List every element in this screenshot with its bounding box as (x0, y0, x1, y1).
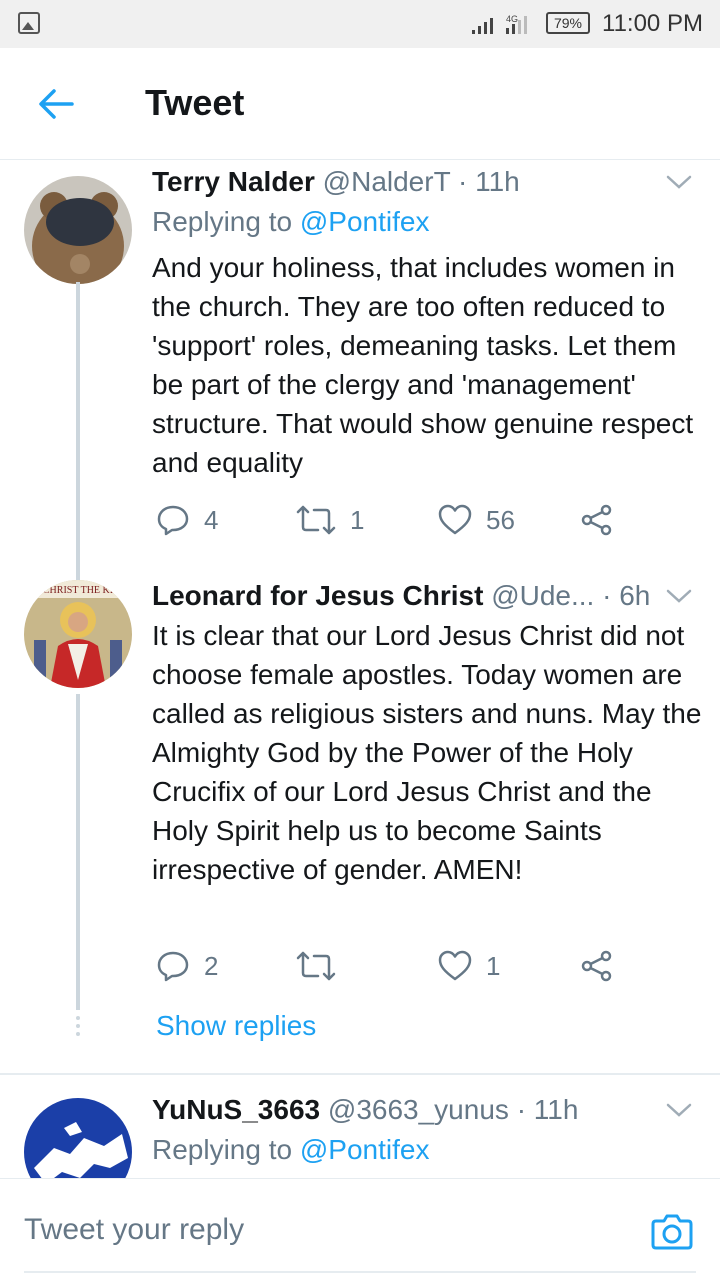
thread-line (76, 282, 80, 582)
replying-prefix: Replying to (152, 1134, 300, 1165)
avatar-caption: CHRIST THE KI (43, 585, 113, 596)
back-arrow-icon[interactable] (36, 84, 76, 124)
tweet-time: · 11h (516, 1094, 579, 1125)
avatar[interactable]: CHRIST THE KI (24, 580, 132, 688)
tweet-time: · 11h (457, 166, 520, 197)
reply-composer: Tweet your reply (0, 1178, 720, 1280)
retweet-icon (296, 505, 336, 535)
tweet-author-line: Leonard for Jesus Christ @Ude... · 6h (152, 580, 650, 612)
tweet-time: · 6h (602, 580, 651, 611)
reply-button[interactable]: 2 (156, 946, 218, 986)
replying-to: Replying to @Pontifex (152, 1134, 429, 1166)
tweet-actions: 2 1 (156, 946, 616, 986)
share-icon (581, 504, 612, 536)
page-title: Tweet (145, 82, 245, 123)
retweet-button[interactable] (296, 946, 350, 986)
tweet-text: It is clear that our Lord Jesus Christ d… (152, 620, 702, 885)
tweet-terry-nalder[interactable]: Terry Nalder @NalderT · 11h Replying to … (0, 160, 720, 582)
author-name[interactable]: YuNuS_3663 (152, 1094, 320, 1125)
like-button[interactable]: 56 (438, 500, 515, 540)
tweet-text: And your holiness, that includes women i… (152, 252, 694, 478)
reply-count: 4 (204, 504, 219, 535)
chevron-down-icon[interactable] (666, 174, 692, 190)
like-count: 56 (486, 504, 515, 535)
network-type: 4G (506, 14, 518, 24)
tweet-actions: 4 1 56 (156, 500, 616, 540)
divider (0, 1073, 720, 1075)
heart-icon (438, 950, 472, 981)
replying-prefix: Replying to (152, 206, 300, 237)
avatar[interactable] (24, 176, 132, 284)
show-replies-link[interactable]: Show replies (156, 1010, 316, 1042)
author-handle[interactable]: @3663_yunus (328, 1094, 509, 1125)
replying-mention[interactable]: @Pontifex (300, 1134, 430, 1165)
battery-indicator: 79% (546, 12, 590, 34)
retweet-count: 1 (350, 504, 365, 535)
like-count: 1 (486, 950, 501, 981)
camera-icon[interactable] (650, 1209, 694, 1253)
reply-icon (157, 951, 189, 982)
retweet-button[interactable]: 1 (296, 500, 364, 540)
replying-to: Replying to @Pontifex (152, 206, 429, 238)
author-name[interactable]: Terry Nalder (152, 166, 315, 197)
chevron-down-icon[interactable] (666, 588, 692, 604)
heart-icon (438, 504, 472, 535)
share-button[interactable] (580, 946, 614, 986)
like-button[interactable]: 1 (438, 946, 500, 986)
signal-icon: 4G (472, 14, 527, 34)
retweet-icon (296, 951, 336, 981)
status-bar: 4G 79% 11:00 PM (0, 0, 720, 48)
app-header: Tweet (0, 48, 720, 160)
tweet-author-line: Terry Nalder @NalderT · 11h (152, 166, 520, 198)
clock: 11:00 PM (602, 10, 703, 37)
thread-continuation-dots (76, 1016, 80, 1040)
share-button[interactable] (580, 500, 614, 540)
reply-underline (24, 1271, 696, 1273)
thread-line (76, 694, 80, 1010)
replying-mention[interactable]: @Pontifex (300, 206, 430, 237)
share-icon (581, 950, 612, 982)
reply-input[interactable]: Tweet your reply (24, 1213, 244, 1247)
chevron-down-icon[interactable] (666, 1102, 692, 1118)
author-handle[interactable]: @Ude... (491, 580, 594, 611)
tweet-author-line: YuNuS_3663 @3663_yunus · 11h (152, 1094, 578, 1126)
reply-icon (157, 505, 189, 536)
author-handle[interactable]: @NalderT (323, 166, 451, 197)
reply-button[interactable]: 4 (156, 500, 218, 540)
gallery-notification-icon (18, 12, 40, 34)
tweet-leonard[interactable]: CHRIST THE KI Leonard for Jesus Christ @… (0, 580, 720, 1070)
author-name[interactable]: Leonard for Jesus Christ (152, 580, 483, 611)
tweet-yunus[interactable]: YuNuS_3663 @3663_yunus · 11h Replying to… (0, 1078, 720, 1178)
avatar[interactable] (24, 1098, 132, 1178)
reply-count: 2 (204, 950, 219, 981)
